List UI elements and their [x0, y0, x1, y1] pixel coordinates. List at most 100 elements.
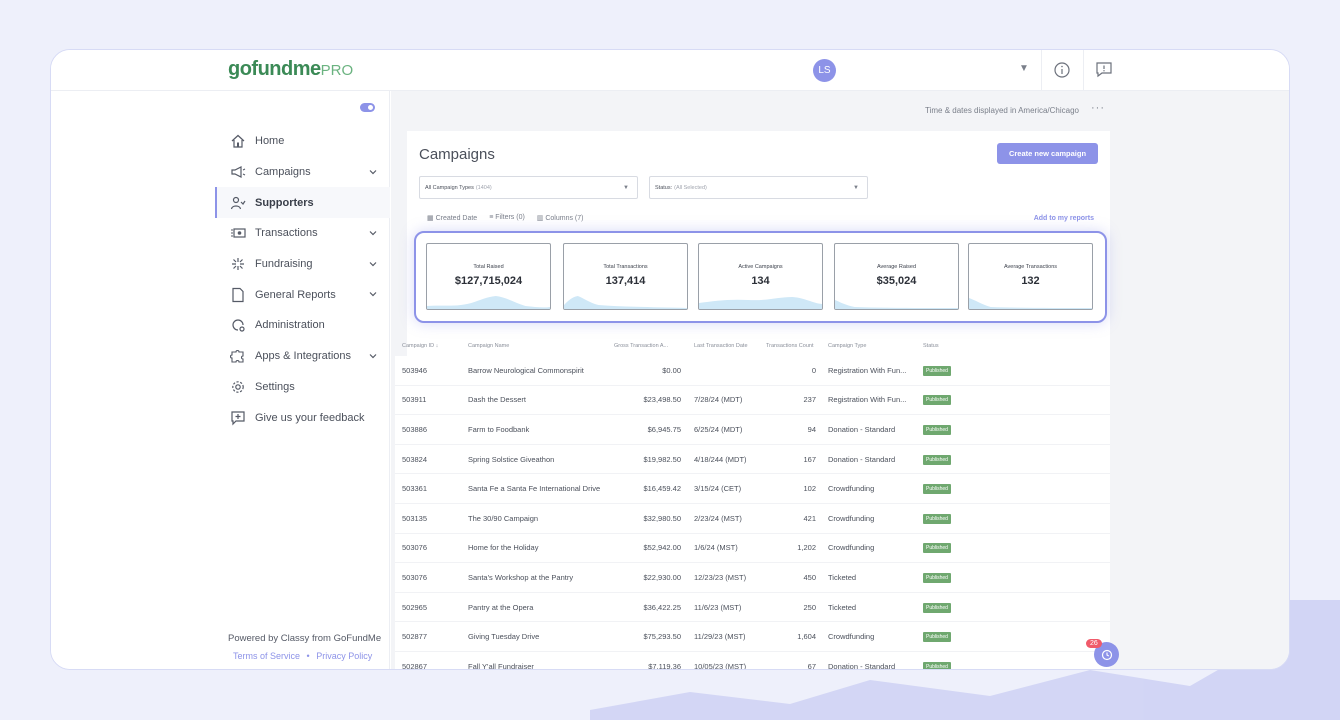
sidebar-item-label: Administration — [255, 319, 325, 332]
cell-campaign-type: Registration With Fun... — [828, 365, 907, 375]
table-row[interactable]: 503824 Spring Solstice Giveathon $19,982.5… — [395, 444, 1110, 475]
cell-campaign-name: Santa's Workshop at the Pantry — [468, 572, 574, 582]
filters-button[interactable]: ≡ Filters (0) — [489, 214, 525, 222]
sidebar-item-apps-integrations[interactable]: Apps & Integrations — [215, 341, 390, 372]
notifications-button[interactable]: 26 — [1086, 639, 1119, 667]
cell-transactions-count: 421 — [803, 513, 816, 523]
table-row[interactable]: 502867 Fall Y'all Fundraiser $7,119.36 10/0… — [395, 651, 1110, 669]
status-select[interactable]: Status: (All Selected) ▼ — [649, 176, 868, 199]
table-row[interactable]: 503886 Farm to Foodbank $6,945.75 6/25/24 (… — [395, 415, 1110, 445]
chevron-down-icon[interactable] — [368, 289, 378, 299]
sidebar-item-home[interactable]: Home — [215, 126, 390, 157]
gofundme-pro-logo[interactable]: gofundmePRO — [228, 58, 353, 81]
chevron-down-icon[interactable] — [368, 351, 378, 361]
kpi-card-average-transactions[interactable]: Average Transactions 132 — [968, 243, 1093, 310]
status-badge: Published — [923, 513, 951, 524]
col-status[interactable]: Status — [923, 343, 1003, 349]
table-row[interactable]: 503946 Barrow Neurological Commonspirit $0… — [395, 356, 1110, 386]
cell-last-transaction-date: 4/18/244 (MDT) — [694, 454, 747, 464]
cell-transactions-count: 0 — [811, 365, 816, 375]
sidebar-item-general-reports[interactable]: General Reports — [215, 279, 390, 310]
chevron-down-icon[interactable] — [368, 228, 378, 238]
created-date-label: Created Date — [435, 215, 478, 222]
kpi-card-active-campaigns[interactable]: Active Campaigns 134 — [698, 243, 823, 310]
sidebar-item-settings[interactable]: Settings — [215, 372, 390, 403]
sidebar-nav: Home Campaigns Supporters Transactions Fundr… — [215, 126, 390, 433]
table-row[interactable]: 503076 Home for the Holiday $52,942.00 1/6/… — [395, 533, 1110, 564]
sidebar-item-transactions[interactable]: Transactions — [215, 218, 390, 249]
kpi-label: Average Raised — [876, 264, 917, 270]
cell-status: Published — [923, 542, 1003, 554]
col-label: Campaign ID — [402, 343, 435, 349]
created-date-filter[interactable]: ▦ Created Date — [427, 214, 477, 222]
table-body: 503946 Barrow Neurological Commonspirit $0… — [395, 356, 1110, 669]
kpi-sparkline — [969, 298, 1092, 309]
chevron-down-icon: ▼ — [853, 185, 859, 191]
sidebar-toggle[interactable] — [360, 103, 375, 112]
cell-status: Published — [923, 394, 1003, 406]
campaign-types-label: All Campaign Types — [425, 184, 474, 191]
cell-campaign-type: Registration With Fun... — [828, 395, 907, 405]
columns-label: Columns (7) — [545, 215, 584, 222]
notification-count-badge: 26 — [1086, 639, 1102, 648]
col-campaign-id[interactable]: Campaign ID ↓ — [395, 343, 468, 349]
cell-status: Published — [923, 572, 1003, 583]
kpi-sparkline — [835, 300, 958, 309]
divider — [1041, 50, 1042, 90]
status-badge: Published — [923, 661, 951, 669]
cell-campaign-id: 503824 — [402, 454, 428, 464]
timezone-note: Time & dates displayed in America/Chicag… — [925, 106, 1079, 115]
terms-link[interactable]: Terms of Service — [233, 651, 300, 661]
status-hint: (All Selected) — [674, 184, 707, 191]
table-row[interactable]: 502965 Pantry at the Opera $36,422.25 11/6/… — [395, 592, 1110, 623]
cell-transactions-count: 250 — [803, 602, 816, 612]
cell-transactions-count: 450 — [803, 572, 816, 582]
sidebar-item-campaigns[interactable]: Campaigns — [215, 157, 390, 188]
top-bar: gofundmePRO LS ▼ — [51, 50, 1289, 91]
cell-transactions-count: 167 — [803, 454, 816, 464]
col-campaign-type[interactable]: Campaign Type — [824, 343, 923, 349]
kpi-card-total-raised[interactable]: Total Raised $127,715,024 — [426, 243, 551, 310]
kpi-card-average-raised[interactable]: Average Raised $35,024 — [834, 243, 959, 310]
cell-gross-amount: $32,980.50 — [643, 513, 681, 523]
chevron-down-icon[interactable] — [368, 167, 378, 177]
add-to-my-reports-link[interactable]: Add to my reports — [1034, 215, 1094, 222]
puzzle-icon — [230, 350, 244, 363]
create-new-campaign-button[interactable]: Create new campaign — [997, 143, 1098, 164]
sidebar-item-give-us-your-feedback[interactable]: Give us your feedback — [215, 402, 390, 433]
kpi-card-total-transactions[interactable]: Total Transactions 137,414 — [563, 243, 688, 310]
cell-campaign-name: Dash the Dessert — [468, 395, 526, 405]
sidebar: Home Campaigns Supporters Transactions Fundr… — [51, 91, 390, 669]
status-badge: Published — [923, 424, 951, 435]
col-transactions-count[interactable]: Transactions Count — [766, 343, 824, 349]
table-row[interactable]: 503361 Santa Fe a Santa Fe International … — [395, 474, 1110, 504]
info-icon[interactable] — [1052, 60, 1072, 80]
cell-transactions-count: 102 — [803, 484, 816, 494]
user-avatar[interactable]: LS — [813, 59, 836, 82]
sidebar-item-fundraising[interactable]: Fundraising — [215, 249, 390, 280]
more-options-icon[interactable]: ··· — [1091, 102, 1105, 114]
columns-button[interactable]: ▥ Columns (7) — [537, 214, 584, 222]
table-row[interactable]: 502877 Giving Tuesday Drive $75,293.50 11/2… — [395, 622, 1110, 652]
sidebar-item-label: General Reports — [255, 288, 336, 301]
kpi-cards: Total Raised $127,715,024 Total Transactio… — [414, 231, 1107, 323]
campaign-types-select[interactable]: All Campaign Types (1404) ▼ — [419, 176, 638, 199]
chevron-down-icon[interactable] — [368, 259, 378, 269]
col-last-date[interactable]: Last Transaction Date — [684, 343, 766, 349]
table-row[interactable]: 503135 The 30/90 Campaign $32,980.50 2/23/2… — [395, 503, 1110, 534]
sidebar-item-administration[interactable]: Administration — [215, 310, 390, 341]
main-content: Time & dates displayed in America/Chicag… — [391, 91, 1289, 669]
table-row[interactable]: 503911 Dash the Dessert $23,498.50 7/28/24 … — [395, 385, 1110, 416]
col-campaign-name[interactable]: Campaign Name — [468, 343, 614, 349]
col-gross-amount[interactable]: Gross Transaction A... — [614, 343, 684, 349]
chevron-down-icon[interactable]: ▼ — [1019, 63, 1029, 74]
feedback-icon[interactable] — [1094, 60, 1114, 80]
sidebar-item-supporters[interactable]: Supporters — [215, 187, 390, 219]
table-row[interactable]: 503076 Santa's Workshop at the Pantry $22,… — [395, 563, 1110, 593]
kpi-value: 137,414 — [605, 275, 646, 287]
cell-campaign-type: Ticketed — [828, 572, 857, 582]
sparkle-icon — [232, 258, 244, 271]
cell-status: Published — [923, 424, 1003, 435]
cell-gross-amount: $0.00 — [662, 365, 681, 375]
privacy-link[interactable]: Privacy Policy — [316, 651, 372, 661]
